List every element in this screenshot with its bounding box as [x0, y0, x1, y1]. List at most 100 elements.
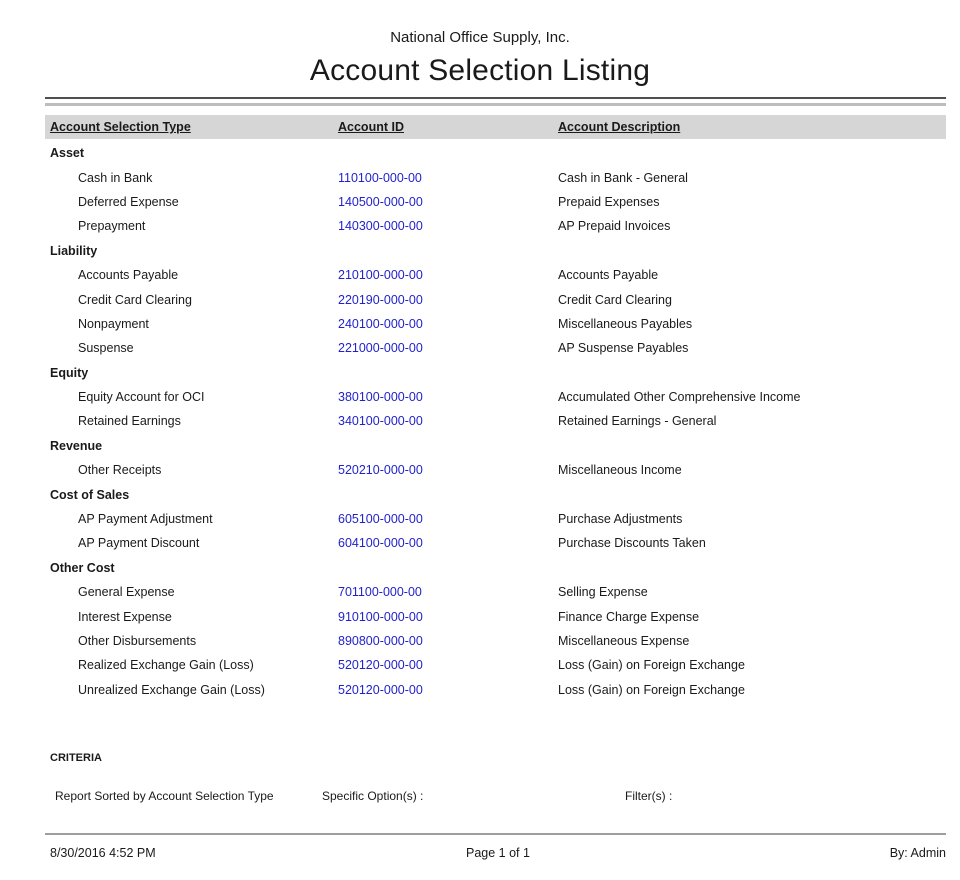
group-header-row: Cost of Sales	[45, 482, 946, 506]
account-description-cell: Miscellaneous Payables	[558, 317, 946, 331]
account-description-cell: Purchase Adjustments	[558, 512, 946, 526]
account-description-cell: AP Prepaid Invoices	[558, 219, 946, 233]
divider-line-light	[45, 103, 946, 106]
table-row: Deferred Expense 140500-000-00 Prepaid E…	[45, 190, 946, 214]
account-id-link[interactable]: 140300-000-00	[338, 219, 423, 233]
account-type-cell: Equity Account for OCI	[50, 390, 338, 404]
account-id-link[interactable]: 380100-000-00	[338, 390, 423, 404]
table-row: Cash in Bank 110100-000-00 Cash in Bank …	[45, 165, 946, 189]
account-description-cell: Cash in Bank - General	[558, 171, 946, 185]
account-type-cell: Other Disbursements	[50, 634, 338, 648]
table-row: Realized Exchange Gain (Loss) 520120-000…	[45, 653, 946, 677]
title-divider	[45, 97, 946, 106]
table-row: Unrealized Exchange Gain (Loss) 520120-0…	[45, 678, 946, 702]
account-id-link[interactable]: 520210-000-00	[338, 463, 423, 477]
account-description-cell: Accumulated Other Comprehensive Income	[558, 390, 946, 404]
account-id-cell: 240100-000-00	[338, 317, 558, 331]
account-id-cell: 210100-000-00	[338, 268, 558, 282]
group-name: Revenue	[50, 439, 946, 453]
account-id-link[interactable]: 140500-000-00	[338, 195, 423, 209]
account-id-cell: 380100-000-00	[338, 390, 558, 404]
account-description-cell: Accounts Payable	[558, 268, 946, 282]
account-id-cell: 604100-000-00	[338, 536, 558, 550]
table-row: General Expense 701100-000-00 Selling Ex…	[45, 580, 946, 604]
group-header-row: Other Cost	[45, 556, 946, 580]
account-description-cell: Retained Earnings - General	[558, 414, 946, 428]
account-description-cell: Miscellaneous Income	[558, 463, 946, 477]
account-description-cell: Finance Charge Expense	[558, 610, 946, 624]
criteria-filters-label: Filter(s) :	[625, 789, 946, 803]
column-header-account-selection-type: Account Selection Type	[50, 120, 338, 134]
criteria-heading: CRITERIA	[45, 752, 946, 764]
account-id-link[interactable]: 210100-000-00	[338, 268, 423, 282]
account-id-cell: 140300-000-00	[338, 219, 558, 233]
page-footer: 8/30/2016 4:52 PM Page 1 of 1 By: Admin	[45, 835, 946, 860]
account-type-cell: Interest Expense	[50, 610, 338, 624]
account-id-link[interactable]: 605100-000-00	[338, 512, 423, 526]
group-name: Asset	[50, 146, 946, 160]
account-description-cell: Purchase Discounts Taken	[558, 536, 946, 550]
account-id-link[interactable]: 701100-000-00	[338, 585, 422, 599]
account-id-cell: 140500-000-00	[338, 195, 558, 209]
account-id-link[interactable]: 520120-000-00	[338, 683, 423, 697]
table-row: Accounts Payable 210100-000-00 Accounts …	[45, 263, 946, 287]
account-type-cell: Retained Earnings	[50, 414, 338, 428]
table-row: Nonpayment 240100-000-00 Miscellaneous P…	[45, 312, 946, 336]
account-id-cell: 220190-000-00	[338, 293, 558, 307]
account-type-cell: Realized Exchange Gain (Loss)	[50, 658, 338, 672]
criteria-specific-options-label: Specific Option(s) :	[322, 789, 625, 803]
account-type-cell: Unrealized Exchange Gain (Loss)	[50, 683, 338, 697]
criteria-row: Report Sorted by Account Selection Type …	[45, 789, 946, 803]
account-type-cell: Other Receipts	[50, 463, 338, 477]
account-description-cell: Miscellaneous Expense	[558, 634, 946, 648]
account-id-cell: 701100-000-00	[338, 585, 558, 599]
account-description-cell: Loss (Gain) on Foreign Exchange	[558, 683, 946, 697]
account-description-cell: Credit Card Clearing	[558, 293, 946, 307]
table-row: Prepayment 140300-000-00 AP Prepaid Invo…	[45, 214, 946, 238]
table-row: Other Disbursements 890800-000-00 Miscel…	[45, 629, 946, 653]
account-type-cell: Suspense	[50, 341, 338, 355]
account-id-cell: 221000-000-00	[338, 341, 558, 355]
account-id-link[interactable]: 910100-000-00	[338, 610, 423, 624]
footer-datetime: 8/30/2016 4:52 PM	[50, 846, 466, 860]
footer-page-number: Page 1 of 1	[466, 846, 530, 860]
account-id-link[interactable]: 340100-000-00	[338, 414, 423, 428]
group-header-row: Liability	[45, 239, 946, 263]
table-row: Credit Card Clearing 220190-000-00 Credi…	[45, 287, 946, 311]
divider-line-dark	[45, 97, 946, 99]
table-row: Retained Earnings 340100-000-00 Retained…	[45, 409, 946, 433]
account-id-cell: 110100-000-00	[338, 171, 558, 185]
account-type-cell: AP Payment Adjustment	[50, 512, 338, 526]
account-type-cell: Prepayment	[50, 219, 338, 233]
group-name: Liability	[50, 244, 946, 258]
account-id-cell: 520120-000-00	[338, 683, 558, 697]
account-id-link[interactable]: 890800-000-00	[338, 634, 423, 648]
account-id-link[interactable]: 221000-000-00	[338, 341, 423, 355]
account-id-cell: 520120-000-00	[338, 658, 558, 672]
table-header: Account Selection Type Account ID Accoun…	[45, 115, 946, 139]
account-id-link[interactable]: 220190-000-00	[338, 293, 423, 307]
account-type-cell: Cash in Bank	[50, 171, 338, 185]
group-header-row: Equity	[45, 361, 946, 385]
table-body: Asset Cash in Bank 110100-000-00 Cash in…	[45, 141, 946, 702]
group-name: Cost of Sales	[50, 488, 946, 502]
column-header-account-id: Account ID	[338, 120, 558, 134]
table-row: Interest Expense 910100-000-00 Finance C…	[45, 604, 946, 628]
table-row: Equity Account for OCI 380100-000-00 Acc…	[45, 385, 946, 409]
account-id-link[interactable]: 520120-000-00	[338, 658, 423, 672]
group-header-row: Revenue	[45, 434, 946, 458]
report-page: National Office Supply, Inc. Account Sel…	[0, 0, 960, 880]
account-type-cell: Deferred Expense	[50, 195, 338, 209]
account-id-cell: 520210-000-00	[338, 463, 558, 477]
account-id-link[interactable]: 110100-000-00	[338, 171, 422, 185]
account-description-cell: Prepaid Expenses	[558, 195, 946, 209]
account-id-link[interactable]: 604100-000-00	[338, 536, 423, 550]
account-description-cell: Loss (Gain) on Foreign Exchange	[558, 658, 946, 672]
table-row: AP Payment Discount 604100-000-00 Purcha…	[45, 531, 946, 555]
page-title: Account Selection Listing	[0, 54, 960, 88]
table-row: Suspense 221000-000-00 AP Suspense Payab…	[45, 336, 946, 360]
account-type-cell: Accounts Payable	[50, 268, 338, 282]
account-id-link[interactable]: 240100-000-00	[338, 317, 423, 331]
account-type-cell: Credit Card Clearing	[50, 293, 338, 307]
account-type-cell: General Expense	[50, 585, 338, 599]
